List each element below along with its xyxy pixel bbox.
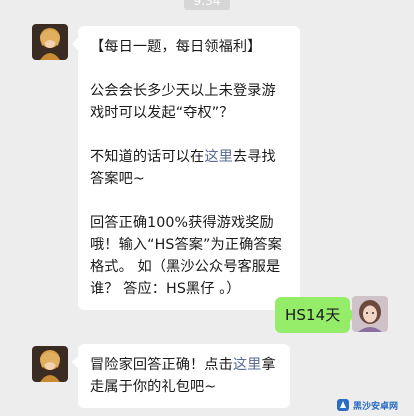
- watermark: 黑沙安卓网: [336, 396, 406, 414]
- success-text-before: 冒险家回答正确！点击: [90, 357, 233, 373]
- hint-text-before: 不知道的话可以在: [90, 149, 205, 165]
- user-avatar[interactable]: [352, 296, 388, 332]
- message-success: 冒险家回答正确！点击这里拿走属于你的礼包吧~: [90, 354, 278, 398]
- bot-avatar-2[interactable]: [32, 346, 68, 382]
- message-bubble-2[interactable]: 冒险家回答正确！点击这里拿走属于你的礼包吧~: [72, 344, 290, 408]
- message-hint: 不知道的话可以在这里去寻找答案吧~: [90, 146, 288, 190]
- message-bubble-1[interactable]: 【每日一题，每日领福利】 公会会长多少天以上未登录游戏时可以发起“夺权”？ 不知…: [72, 26, 300, 310]
- bot-avatar[interactable]: [32, 24, 68, 60]
- gift-link[interactable]: 这里: [233, 357, 262, 373]
- watermark-text: 黑沙安卓网: [353, 401, 399, 412]
- hint-link[interactable]: 这里: [204, 149, 233, 165]
- watermark-logo-icon: [337, 399, 349, 411]
- user-message-text: HS14天: [285, 306, 341, 324]
- message-reward: 回答正确100%获得游戏奖励哦！输入“HS答案”为正确答案格式。 如（黑沙公众号…: [90, 215, 282, 297]
- message-title: 【每日一题，每日领福利】: [90, 39, 262, 55]
- message-question: 公会会长多少天以上未登录游戏时可以发起“夺权”？: [90, 83, 276, 121]
- timestamp: 9:34: [184, 0, 230, 10]
- user-message-bubble[interactable]: HS14天: [275, 297, 357, 333]
